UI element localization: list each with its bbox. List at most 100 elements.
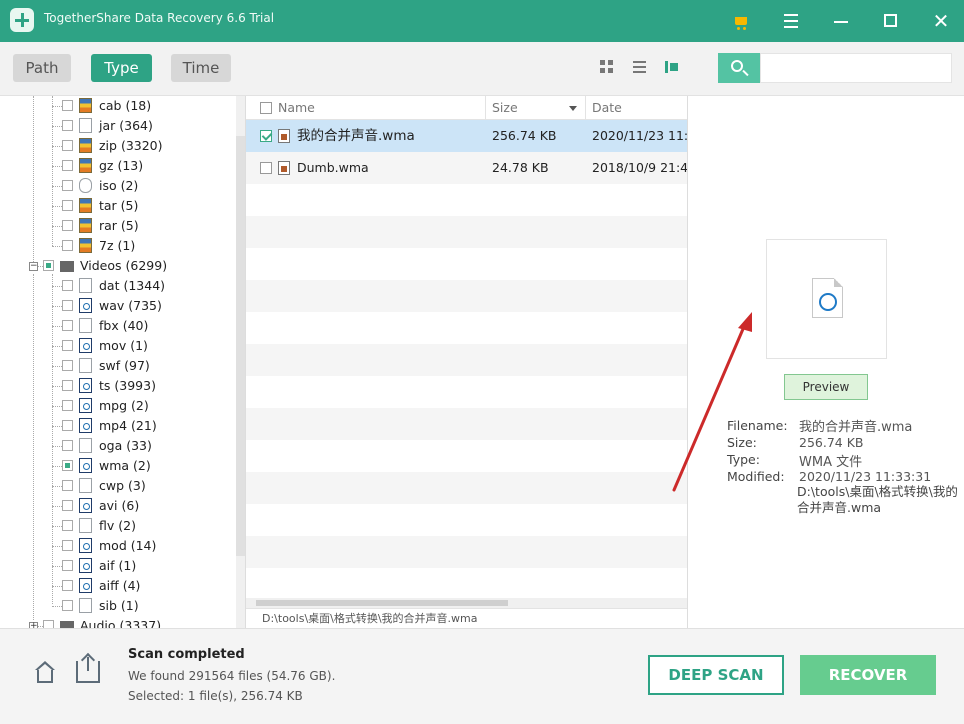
tree-checkbox[interactable] bbox=[43, 620, 54, 628]
list-scrollbar-thumb[interactable] bbox=[256, 600, 508, 606]
menu-icon[interactable] bbox=[776, 8, 806, 34]
tree-item[interactable]: rar (5) bbox=[0, 216, 236, 236]
tree-item-label: avi (6) bbox=[99, 498, 140, 513]
tree-checkbox[interactable] bbox=[62, 420, 73, 431]
tree-checkbox[interactable] bbox=[62, 460, 73, 471]
tree-item[interactable]: iso (2) bbox=[0, 176, 236, 196]
tree-checkbox[interactable] bbox=[43, 260, 54, 271]
tree-item[interactable]: mpg (2) bbox=[0, 396, 236, 416]
search-input[interactable] bbox=[760, 53, 952, 83]
empty-row bbox=[246, 312, 687, 344]
tree-checkbox[interactable] bbox=[62, 220, 73, 231]
tree-checkbox[interactable] bbox=[62, 140, 73, 151]
tree-item[interactable]: cab (18) bbox=[0, 96, 236, 116]
tree-item[interactable]: mp4 (21) bbox=[0, 416, 236, 436]
tab-time[interactable]: Time bbox=[171, 54, 231, 82]
column-size[interactable]: Size bbox=[486, 96, 586, 120]
minimize-icon[interactable] bbox=[826, 8, 856, 34]
search-button[interactable] bbox=[718, 53, 760, 83]
empty-row bbox=[246, 472, 687, 504]
tree-item[interactable]: aif (1) bbox=[0, 556, 236, 576]
tab-type[interactable]: Type bbox=[91, 54, 152, 82]
tree-checkbox[interactable] bbox=[62, 440, 73, 451]
tree-item[interactable]: mod (14) bbox=[0, 536, 236, 556]
empty-row bbox=[246, 568, 687, 600]
grid-view-icon[interactable] bbox=[599, 59, 617, 75]
tree-checkbox[interactable] bbox=[62, 180, 73, 191]
list-horizontal-scrollbar[interactable] bbox=[246, 598, 687, 608]
deep-scan-button[interactable]: DEEP SCAN bbox=[648, 655, 784, 695]
tree-checkbox[interactable] bbox=[62, 400, 73, 411]
file-icon bbox=[79, 598, 92, 613]
column-date[interactable]: Date bbox=[586, 96, 687, 120]
tree-item[interactable]: sib (1) bbox=[0, 596, 236, 616]
tree-item[interactable]: oga (33) bbox=[0, 436, 236, 456]
tree-item[interactable]: swf (97) bbox=[0, 356, 236, 376]
tree-item-label: tar (5) bbox=[99, 198, 139, 213]
tree-checkbox[interactable] bbox=[62, 340, 73, 351]
archive-icon bbox=[79, 98, 92, 113]
media-file-icon bbox=[79, 558, 92, 573]
select-all-checkbox[interactable] bbox=[260, 102, 272, 114]
home-icon[interactable] bbox=[34, 661, 56, 683]
tree-item[interactable]: wav (735) bbox=[0, 296, 236, 316]
detail-view-icon[interactable] bbox=[663, 59, 681, 75]
empty-row bbox=[246, 504, 687, 536]
tree-item[interactable]: flv (2) bbox=[0, 516, 236, 536]
maximize-icon[interactable] bbox=[876, 8, 906, 34]
tree-item[interactable]: wma (2) bbox=[0, 456, 236, 476]
preview-button[interactable]: Preview bbox=[784, 374, 868, 400]
tree-item[interactable]: aiff (4) bbox=[0, 576, 236, 596]
recover-button[interactable]: RECOVER bbox=[800, 655, 936, 695]
tree-checkbox[interactable] bbox=[62, 520, 73, 531]
tree-checkbox[interactable] bbox=[62, 280, 73, 291]
tree-checkbox[interactable] bbox=[62, 360, 73, 371]
tree-item[interactable]: dat (1344) bbox=[0, 276, 236, 296]
tree-checkbox[interactable] bbox=[62, 320, 73, 331]
cart-icon[interactable] bbox=[728, 8, 758, 34]
tree-checkbox[interactable] bbox=[62, 120, 73, 131]
tree-item[interactable]: 7z (1) bbox=[0, 236, 236, 256]
tree-item[interactable]: mov (1) bbox=[0, 336, 236, 356]
tree-item[interactable]: zip (3320) bbox=[0, 136, 236, 156]
tree-item[interactable]: cwp (3) bbox=[0, 476, 236, 496]
collapse-icon[interactable]: − bbox=[29, 262, 38, 271]
tree-item[interactable]: + Audio (3337) bbox=[0, 616, 236, 628]
tree-item[interactable]: − Videos (6299) bbox=[0, 256, 236, 276]
export-icon[interactable] bbox=[76, 652, 100, 683]
tree-checkbox[interactable] bbox=[62, 480, 73, 491]
tree-item-label: mov (1) bbox=[99, 338, 148, 353]
close-icon[interactable]: ✕ bbox=[926, 8, 956, 34]
column-name[interactable]: Name bbox=[246, 96, 486, 120]
tree-item-label: Videos (6299) bbox=[80, 258, 168, 273]
empty-row bbox=[246, 536, 687, 568]
tree-checkbox[interactable] bbox=[62, 540, 73, 551]
tree-checkbox[interactable] bbox=[62, 380, 73, 391]
tree-checkbox[interactable] bbox=[62, 560, 73, 571]
title-bar: TogetherShare Data Recovery 6.6 Trial ✕ bbox=[0, 0, 964, 42]
tree-checkbox[interactable] bbox=[62, 160, 73, 171]
tree-item[interactable]: ts (3993) bbox=[0, 376, 236, 396]
tree-checkbox[interactable] bbox=[62, 240, 73, 251]
tree-scrollbar-thumb[interactable] bbox=[236, 136, 245, 556]
tree-item[interactable]: avi (6) bbox=[0, 496, 236, 516]
tree-item[interactable]: gz (13) bbox=[0, 156, 236, 176]
tree-item[interactable]: jar (364) bbox=[0, 116, 236, 136]
file-row[interactable]: 我的合并声音.wma 256.74 KB 2020/11/23 11:33 bbox=[246, 120, 688, 152]
tree-checkbox[interactable] bbox=[62, 300, 73, 311]
tree-item-label: wav (735) bbox=[99, 298, 162, 313]
tree-checkbox[interactable] bbox=[62, 500, 73, 511]
tab-path[interactable]: Path bbox=[13, 54, 71, 82]
tree-checkbox[interactable] bbox=[62, 600, 73, 611]
selection-summary: Selected: 1 file(s), 256.74 KB bbox=[128, 689, 303, 703]
list-view-icon[interactable] bbox=[631, 59, 649, 75]
tree-item[interactable]: fbx (40) bbox=[0, 316, 236, 336]
tree-checkbox[interactable] bbox=[62, 100, 73, 111]
tree-item[interactable]: tar (5) bbox=[0, 196, 236, 216]
file-date: 2020/11/23 11:33 bbox=[592, 128, 688, 143]
file-row[interactable]: Dumb.wma 24.78 KB 2018/10/9 21:47 bbox=[246, 152, 687, 184]
tree-checkbox[interactable] bbox=[62, 200, 73, 211]
tree-checkbox[interactable] bbox=[62, 580, 73, 591]
row-checkbox[interactable] bbox=[260, 130, 272, 142]
row-checkbox[interactable] bbox=[260, 162, 272, 174]
